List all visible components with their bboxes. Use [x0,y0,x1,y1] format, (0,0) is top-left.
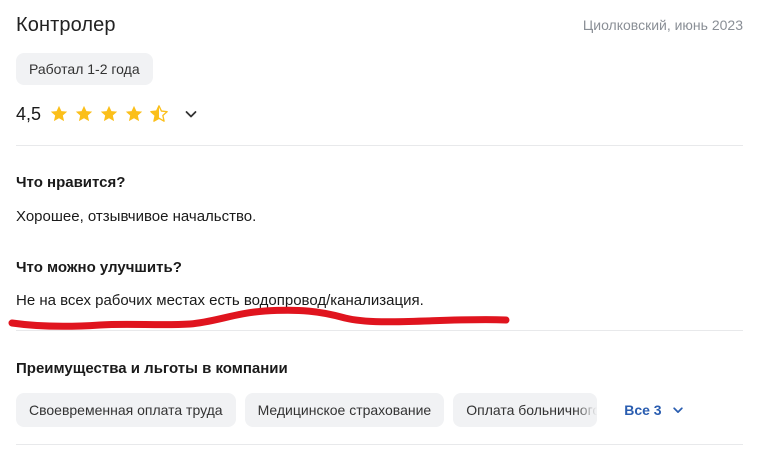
star-icon [50,105,68,122]
show-all-label: Все 3 [624,402,662,418]
pros-heading: Что нравится? [16,174,126,191]
chevron-down-icon [185,111,197,118]
benefits-list: Своевременная оплата труда Медицинское с… [16,393,684,427]
pros-text: Хорошее, отзывчивое начальство. [16,208,257,225]
benefit-chip: Медицинское страхование [244,393,445,427]
divider [16,444,743,445]
benefits-heading: Преимущества и льготы в компании [16,360,288,377]
chevron-down-icon [672,407,683,413]
divider [16,145,743,146]
rating-stars [49,104,174,124]
rating-row: 4,5 [16,100,202,128]
cons-text: Не на всех рабочих местах есть водопрово… [16,292,424,309]
review-location-date: Циолковский, июнь 2023 [582,17,743,33]
star-icon [125,105,143,122]
show-all-benefits-button[interactable]: Все 3 [624,402,683,418]
review-position-title: Контролер [16,14,116,36]
review-card: Контролер Циолковский, июнь 2023 Работал… [0,0,758,449]
half-star-icon [150,105,168,122]
star-icon [75,105,93,122]
tenure-badge: Работал 1-2 года [16,53,153,85]
divider [16,330,743,331]
benefit-chip: Оплата больничного [453,393,598,427]
rating-details-toggle[interactable] [180,103,202,125]
cons-heading: Что можно улучшить? [16,259,182,276]
rating-value: 4,5 [16,103,42,124]
benefit-chip: Своевременная оплата труда [16,393,236,427]
star-icon [100,105,118,122]
